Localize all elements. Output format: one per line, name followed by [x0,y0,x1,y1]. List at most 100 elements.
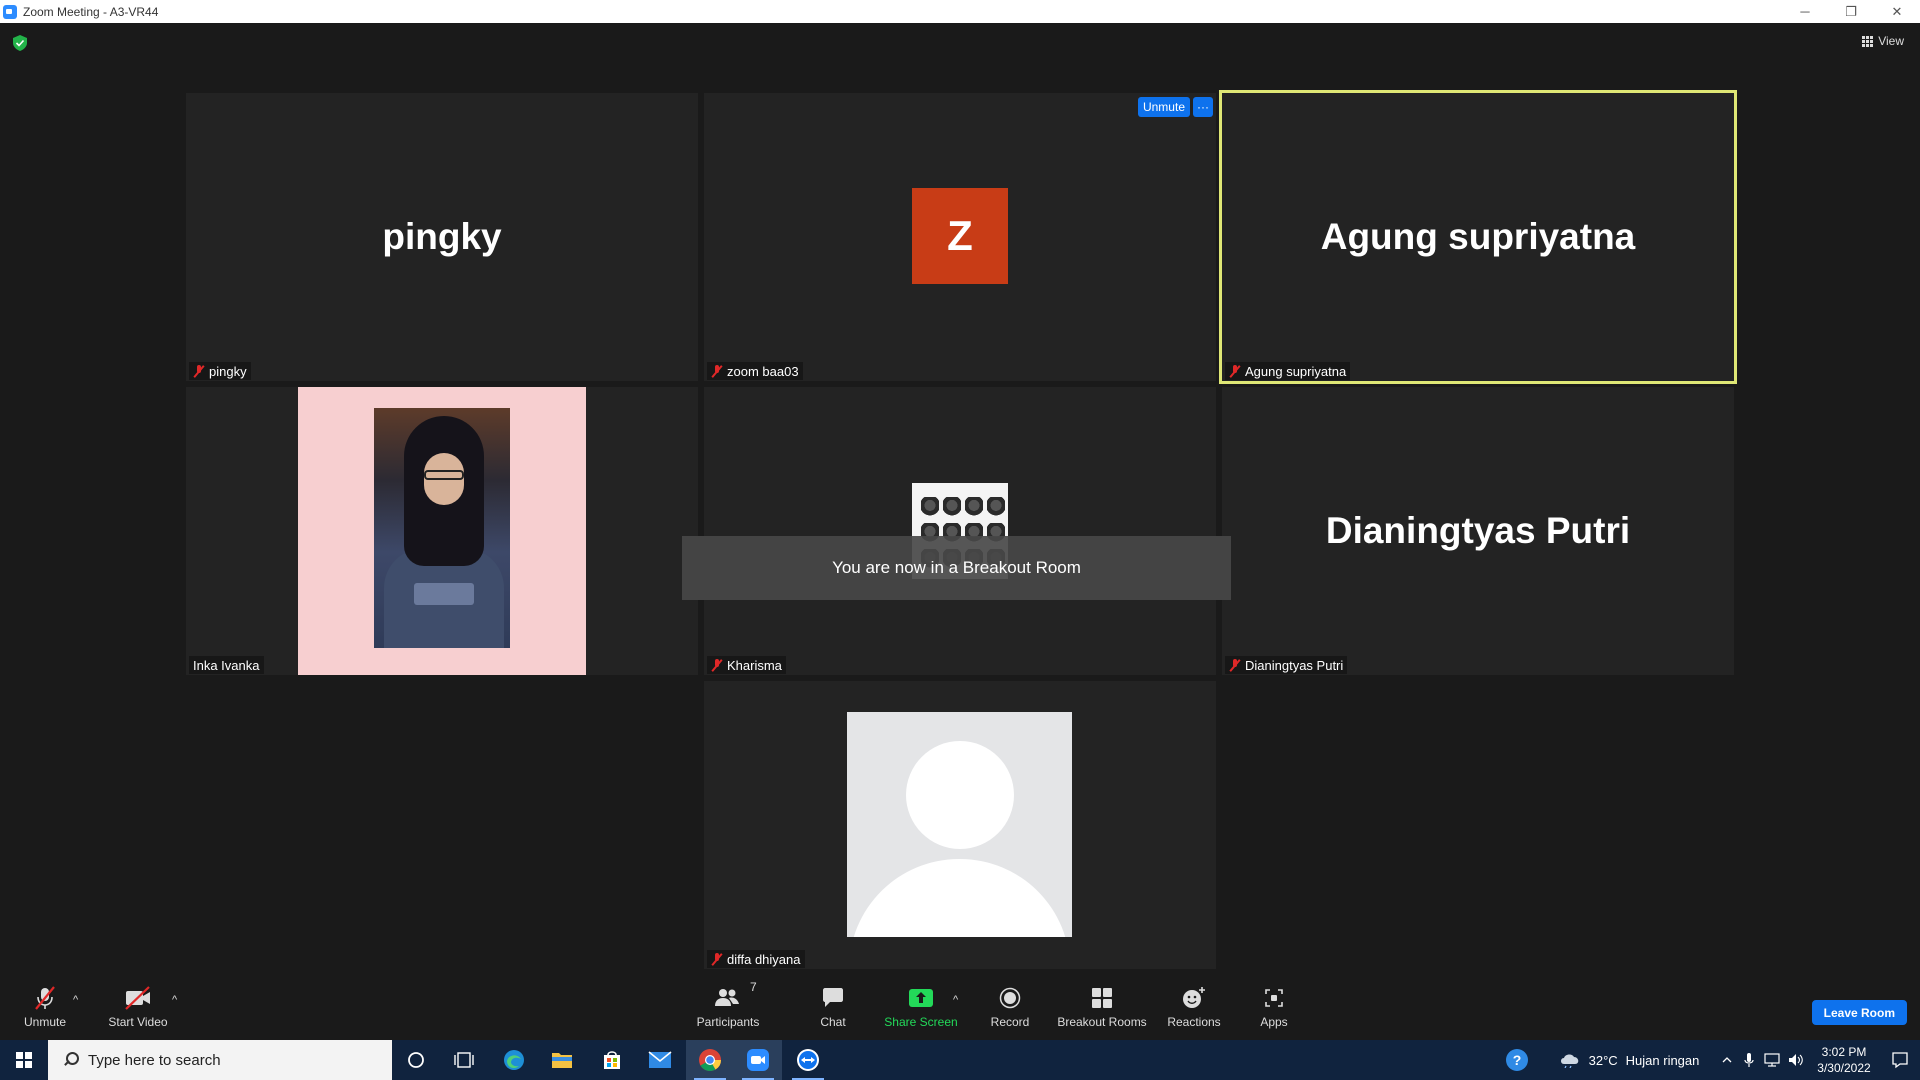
share-screen-icon [908,984,934,1012]
participants-icon: 7 [714,980,757,1012]
leave-room-button[interactable]: Leave Room [1811,1000,1907,1025]
participant-name: Agung supriyatna [1245,363,1347,379]
edge-icon[interactable] [490,1040,538,1080]
network-icon[interactable] [1760,1040,1784,1080]
search-input[interactable] [88,1051,368,1069]
chevron-up-icon[interactable] [1716,1040,1738,1080]
breakout-room-notification: You are now in a Breakout Room [682,536,1231,600]
mic-muted-icon [32,984,58,1012]
participant-name-label: pingky [189,362,251,380]
start-button[interactable] [0,1040,48,1080]
mic-muted-icon [711,364,723,378]
help-icon[interactable]: ? [1492,1040,1542,1080]
participant-name-label: Inka Ivanka [189,656,264,674]
share-screen-label: Share Screen [884,1015,958,1029]
participant-name-label: diffa dhiyana [707,950,805,968]
mic-muted-icon [193,364,205,378]
mic-muted-icon [1229,364,1241,378]
record-icon [999,984,1021,1012]
participant-photo [374,408,510,648]
record-label: Record [990,1015,1030,1029]
participants-label: Participants [696,1015,760,1029]
more-options-button[interactable]: ··· [1193,97,1213,117]
participant-tile-zoom-baa03[interactable]: Z Unmute ··· zoom baa03 [704,93,1216,381]
participant-name-label: zoom baa03 [707,362,803,380]
cortana-icon[interactable] [392,1040,440,1080]
breakout-rooms-icon [1091,984,1113,1012]
title-bar: Zoom Meeting - A3-VR44 ─ ❐ ✕ [0,0,1920,23]
participant-tile-kharisma[interactable]: Kharisma [704,387,1216,675]
unmute-button[interactable]: Unmute [14,980,76,1038]
view-label: View [1878,34,1904,48]
taskbar-search[interactable] [48,1040,392,1080]
participant-tile-agung-supriyatna[interactable]: Agung supriyatna Agung supriyatna [1219,90,1737,384]
breakout-rooms-label: Breakout Rooms [1057,1015,1147,1029]
reactions-icon [1181,984,1207,1012]
chat-icon [821,984,845,1012]
participant-name: Kharisma [727,657,782,673]
participant-name: zoom baa03 [727,363,799,379]
restore-button[interactable]: ❐ [1828,0,1874,23]
start-video-label: Start Video [108,1015,168,1029]
participant-name-label: Dianingtyas Putri [1225,656,1348,674]
view-button[interactable]: View [1862,31,1904,51]
file-explorer-icon[interactable] [538,1040,586,1080]
share-screen-button[interactable]: Share Screen [876,980,966,1038]
mic-muted-icon [711,658,723,672]
participant-name-label: Agung supriyatna [1225,362,1351,380]
breakout-rooms-button[interactable]: Breakout Rooms [1052,980,1152,1038]
microphone-icon[interactable] [1738,1040,1760,1080]
volume-icon[interactable] [1784,1040,1808,1080]
zoom-icon[interactable] [734,1040,782,1080]
participant-display-name: Agung supriyatna [1320,216,1636,257]
participant-tile-inka-ivanka[interactable]: Inka Ivanka [186,387,698,675]
weather-widget[interactable]: 32°C Hujan ringan [1542,1040,1716,1080]
clock-time: 3:02 PM [1821,1045,1867,1059]
chrome-icon[interactable] [686,1040,734,1080]
participant-tile-diffa-dhiyana[interactable]: diffa dhiyana [704,681,1216,969]
search-icon [62,1052,79,1068]
mic-muted-icon [1229,658,1241,672]
shield-check-icon[interactable] [13,35,27,51]
chat-button[interactable]: Chat [802,980,864,1038]
default-avatar-icon [847,712,1072,937]
microsoft-store-icon[interactable] [588,1040,636,1080]
participant-name-label: Kharisma [707,656,786,674]
share-options-caret[interactable]: ^ [953,994,958,1006]
ask-unmute-button[interactable]: Unmute [1137,97,1190,117]
system-tray: ? 32°C Hujan ringan 3:02 PM 3/30/2022 [1492,1040,1920,1080]
minimize-button[interactable]: ─ [1782,0,1828,23]
mic-muted-icon [711,952,723,966]
participant-tile-pingky[interactable]: pingky pingky [186,93,698,381]
zoom-app: Zoom Meeting - A3-VR44 ─ ❐ ✕ View pingky… [0,0,1920,1080]
video-off-icon [123,984,153,1012]
participant-display-name: pingky [382,216,502,257]
apps-button[interactable]: Apps [1244,980,1304,1038]
participant-name: diffa dhiyana [727,951,801,967]
video-options-caret[interactable]: ^ [172,994,177,1006]
reactions-button[interactable]: Reactions [1162,980,1226,1038]
weather-temperature: 32°C [1588,1052,1618,1068]
participant-name: pingky [209,363,247,379]
participants-button[interactable]: 7 Participants [684,980,772,1038]
notification-center-icon[interactable] [1880,1040,1920,1080]
participants-count: 7 [750,980,757,994]
reactions-label: Reactions [1167,1015,1221,1029]
clock-date: 3/30/2022 [1817,1061,1871,1075]
close-button[interactable]: ✕ [1874,0,1920,23]
unmute-label: Unmute [23,1015,67,1029]
participant-video [298,387,586,675]
participant-name: Inka Ivanka [193,657,260,673]
record-button[interactable]: Record [980,980,1040,1038]
audio-options-caret[interactable]: ^ [73,994,78,1006]
teamviewer-icon[interactable] [784,1040,832,1080]
meeting-stage: View pingky pingky Z Unmute ··· zoom baa… [0,23,1920,978]
mail-icon[interactable] [636,1040,684,1080]
clock[interactable]: 3:02 PM 3/30/2022 [1808,1040,1880,1080]
windows-taskbar: ? 32°C Hujan ringan 3:02 PM 3/30/2022 [0,1040,1920,1080]
start-video-button[interactable]: Start Video [100,980,176,1038]
task-view-icon[interactable] [440,1040,488,1080]
participant-name: Dianingtyas Putri [1245,657,1344,673]
participant-tile-dianingtyas-putri[interactable]: Dianingtyas Putri Dianingtyas Putri [1222,387,1734,675]
apps-icon [1263,984,1285,1012]
